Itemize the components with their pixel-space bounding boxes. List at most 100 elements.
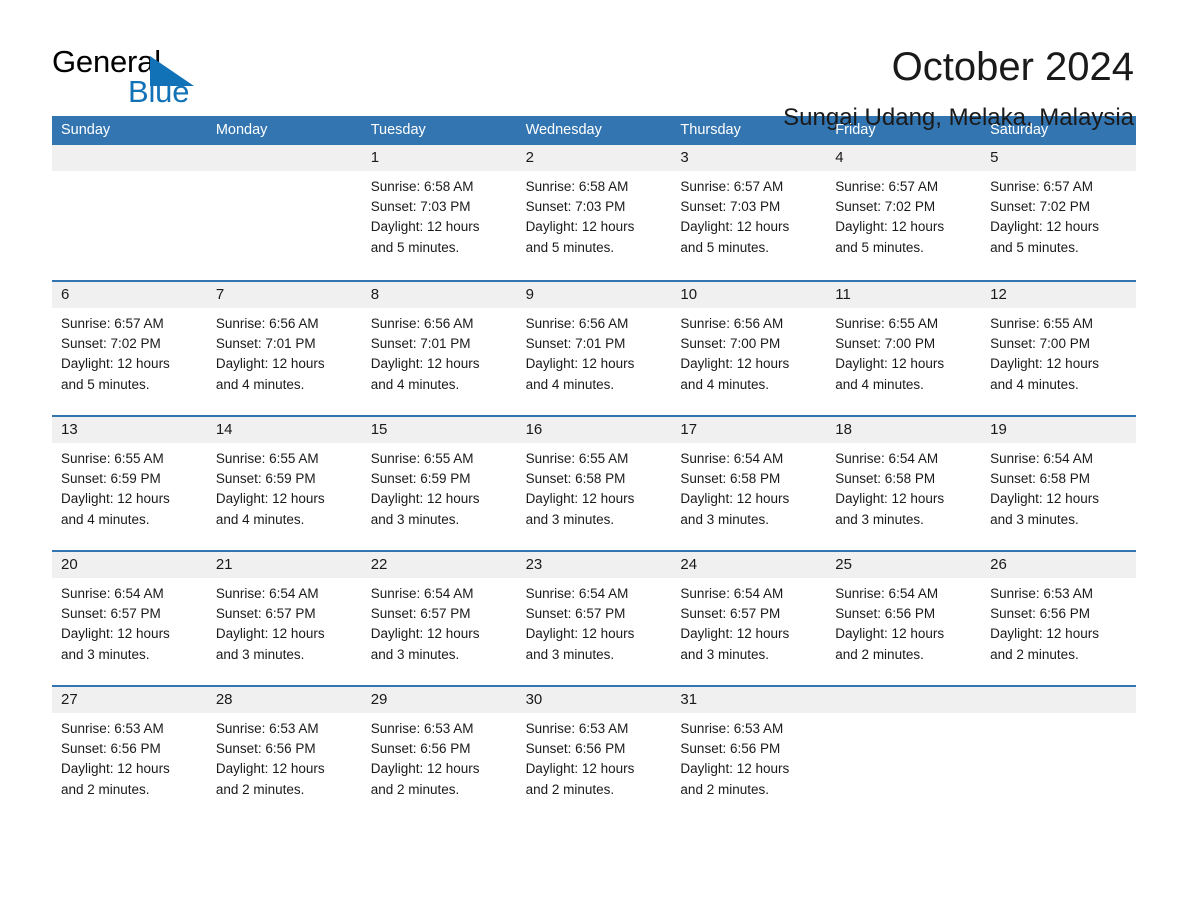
weekday-friday: Friday — [835, 122, 876, 138]
day-cell[interactable]: 9 Sunrise: 6:56 AM Sunset: 7:01 PM Daylight… — [516, 282, 672, 415]
day-cell[interactable]: 21 Sunrise: 6:54 AM Sunset: 6:57 PM Dayligh… — [206, 552, 362, 685]
sunset-text: Sunset: 6:58 PM — [990, 471, 1090, 487]
day-sun-info: Sunrise: 6:54 AM Sunset: 6:57 PM Daylight:… — [52, 578, 207, 665]
daylight-text: Daylight: 12 hours — [215, 626, 325, 642]
daylight-text-cont: and 4 minutes. — [680, 376, 769, 392]
weekday-wednesday: Wednesday — [525, 122, 602, 138]
day-cell[interactable]: 13 Sunrise: 6:55 AM Sunset: 6:59 PM Dayligh… — [52, 417, 207, 550]
day-sun-info — [207, 171, 362, 177]
day-cell[interactable]: 25 Sunrise: 6:54 AM Sunset: 6:56 PM Dayligh… — [826, 552, 982, 685]
sunrise-text: Sunrise: 6:54 AM — [680, 451, 784, 466]
calendar-week-row: 27 Sunrise: 6:53 AM Sunset: 6:56 PM Dayligh… — [52, 685, 1136, 820]
daylight-text-cont: and 2 minutes. — [215, 781, 305, 797]
day-cell[interactable]: 28 Sunrise: 6:53 AM Sunset: 6:56 PM Dayligh… — [206, 687, 362, 820]
daylight-text: Daylight: 12 hours — [525, 219, 635, 235]
page-title: October 2024 — [891, 45, 1134, 89]
day-cell[interactable]: 11 Sunrise: 6:55 AM Sunset: 7:00 PM Dayligh… — [826, 282, 982, 415]
day-number: 7 — [206, 282, 362, 308]
weekday-header-row: Sunday Monday Tuesday Wednesday Thursday… — [52, 116, 1136, 145]
sunset-text: Sunset: 7:00 PM — [990, 336, 1090, 352]
calendar-page: General Blue October 2024 Sungai Udang, … — [0, 0, 1188, 918]
day-number: 3 — [671, 145, 827, 171]
logo-text-general: General — [52, 44, 161, 79]
daylight-text: Daylight: 12 hours — [835, 219, 945, 235]
day-sun-info: Sunrise: 6:57 AM Sunset: 7:03 PM Daylight:… — [671, 171, 826, 258]
day-cell[interactable]: 19 Sunrise: 6:54 AM Sunset: 6:58 PM Dayligh… — [981, 417, 1136, 550]
day-number: 17 — [671, 417, 827, 443]
day-number: 1 — [361, 145, 517, 171]
day-number: 19 — [981, 417, 1136, 443]
daylight-text-cont: and 3 minutes. — [680, 646, 769, 662]
sunset-text: Sunset: 7:03 PM — [525, 199, 626, 215]
day-number: 23 — [516, 552, 672, 578]
daylight-text: Daylight: 12 hours — [525, 491, 635, 507]
day-cell[interactable]: 4 Sunrise: 6:57 AM Sunset: 7:02 PM Daylight… — [826, 145, 982, 280]
day-cell[interactable]: 30 Sunrise: 6:53 AM Sunset: 6:56 PM Dayligh… — [516, 687, 672, 820]
day-cell[interactable]: 5 Sunrise: 6:57 AM Sunset: 7:02 PM Daylight… — [981, 145, 1136, 280]
day-number: 28 — [206, 687, 362, 713]
day-cell[interactable]: 3 Sunrise: 6:57 AM Sunset: 7:03 PM Daylight… — [671, 145, 827, 280]
day-cell[interactable]: 2 Sunrise: 6:58 AM Sunset: 7:03 PM Daylight… — [516, 145, 672, 280]
day-cell[interactable]: 14 Sunrise: 6:55 AM Sunset: 6:59 PM Dayligh… — [206, 417, 362, 550]
sunrise-text: Sunrise: 6:53 AM — [370, 721, 474, 736]
day-cell[interactable]: 22 Sunrise: 6:54 AM Sunset: 6:57 PM Dayligh… — [361, 552, 517, 685]
sunset-text: Sunset: 6:58 PM — [525, 471, 626, 487]
day-cell[interactable]: 1 Sunrise: 6:58 AM Sunset: 7:03 PM Daylight… — [361, 145, 517, 280]
day-cell[interactable]: 29 Sunrise: 6:53 AM Sunset: 6:56 PM Dayligh… — [361, 687, 517, 820]
daylight-text: Daylight: 12 hours — [990, 219, 1099, 235]
daylight-text: Daylight: 12 hours — [61, 761, 170, 777]
daylight-text-cont: and 3 minutes. — [835, 511, 924, 527]
day-sun-info: Sunrise: 6:56 AM Sunset: 7:00 PM Daylight:… — [671, 308, 826, 395]
calendar-week-row: 6 Sunrise: 6:57 AM Sunset: 7:02 PM Daylight… — [52, 280, 1136, 415]
day-sun-info: Sunrise: 6:57 AM Sunset: 7:02 PM Daylight:… — [981, 171, 1136, 258]
day-cell[interactable]: 24 Sunrise: 6:54 AM Sunset: 6:57 PM Dayligh… — [671, 552, 827, 685]
day-cell[interactable]: 23 Sunrise: 6:54 AM Sunset: 6:57 PM Dayligh… — [516, 552, 672, 685]
sunrise-text: Sunrise: 6:56 AM — [680, 316, 784, 331]
daylight-text: Daylight: 12 hours — [990, 626, 1099, 642]
day-cell[interactable]: 27 Sunrise: 6:53 AM Sunset: 6:56 PM Dayligh… — [52, 687, 207, 820]
day-cell[interactable]: 7 Sunrise: 6:56 AM Sunset: 7:01 PM Daylight… — [206, 282, 362, 415]
daylight-text-cont: and 3 minutes. — [680, 511, 769, 527]
sunset-text: Sunset: 6:56 PM — [680, 741, 781, 757]
sunrise-text: Sunrise: 6:55 AM — [835, 316, 939, 331]
day-cell[interactable]: 10 Sunrise: 6:56 AM Sunset: 7:00 PM Dayligh… — [671, 282, 827, 415]
sunset-text: Sunset: 7:02 PM — [835, 199, 936, 215]
day-cell[interactable]: 17 Sunrise: 6:54 AM Sunset: 6:58 PM Dayligh… — [671, 417, 827, 550]
day-sun-info: Sunrise: 6:54 AM Sunset: 6:57 PM Daylight:… — [517, 578, 672, 665]
daylight-text: Daylight: 12 hours — [680, 356, 790, 372]
day-cell[interactable]: 26 Sunrise: 6:53 AM Sunset: 6:56 PM Dayligh… — [981, 552, 1136, 685]
weekday-sunday: Sunday — [61, 122, 111, 138]
day-cell-empty — [206, 145, 362, 280]
sunset-text: Sunset: 6:58 PM — [835, 471, 936, 487]
sunrise-text: Sunrise: 6:54 AM — [61, 586, 164, 601]
day-cell[interactable]: 31 Sunrise: 6:53 AM Sunset: 6:56 PM Dayligh… — [671, 687, 827, 820]
daylight-text-cont: and 2 minutes. — [370, 781, 460, 797]
general-blue-logo[interactable]: General Blue — [52, 46, 202, 112]
day-cell[interactable]: 12 Sunrise: 6:55 AM Sunset: 7:00 PM Dayligh… — [981, 282, 1136, 415]
daylight-text: Daylight: 12 hours — [370, 491, 480, 507]
day-cell[interactable]: 8 Sunrise: 6:56 AM Sunset: 7:01 PM Daylight… — [361, 282, 517, 415]
sunset-text: Sunset: 7:01 PM — [370, 336, 471, 352]
day-cell[interactable]: 20 Sunrise: 6:54 AM Sunset: 6:57 PM Dayligh… — [52, 552, 207, 685]
day-cell[interactable]: 15 Sunrise: 6:55 AM Sunset: 6:59 PM Dayligh… — [361, 417, 517, 550]
sunrise-text: Sunrise: 6:53 AM — [680, 721, 784, 736]
daylight-text: Daylight: 12 hours — [680, 491, 790, 507]
daylight-text-cont: and 2 minutes. — [61, 781, 150, 797]
calendar-table: Sunday Monday Tuesday Wednesday Thursday… — [52, 116, 1136, 820]
day-number: 30 — [516, 687, 672, 713]
daylight-text-cont: and 2 minutes. — [525, 781, 615, 797]
daylight-text: Daylight: 12 hours — [525, 761, 635, 777]
day-cell[interactable]: 16 Sunrise: 6:55 AM Sunset: 6:58 PM Dayligh… — [516, 417, 672, 550]
daylight-text-cont: and 2 minutes. — [990, 646, 1079, 662]
day-cell[interactable]: 18 Sunrise: 6:54 AM Sunset: 6:58 PM Dayligh… — [826, 417, 982, 550]
sunrise-text: Sunrise: 6:54 AM — [680, 586, 784, 601]
day-number — [52, 145, 207, 171]
day-number: 22 — [361, 552, 517, 578]
day-sun-info: Sunrise: 6:55 AM Sunset: 6:58 PM Daylight:… — [517, 443, 672, 530]
sunset-text: Sunset: 7:00 PM — [835, 336, 936, 352]
day-cell[interactable]: 6 Sunrise: 6:57 AM Sunset: 7:02 PM Daylight… — [52, 282, 207, 415]
sunrise-text: Sunrise: 6:54 AM — [215, 586, 319, 601]
sunrise-text: Sunrise: 6:57 AM — [835, 179, 939, 194]
sunset-text: Sunset: 6:57 PM — [525, 606, 626, 622]
daylight-text-cont: and 5 minutes. — [370, 239, 460, 255]
